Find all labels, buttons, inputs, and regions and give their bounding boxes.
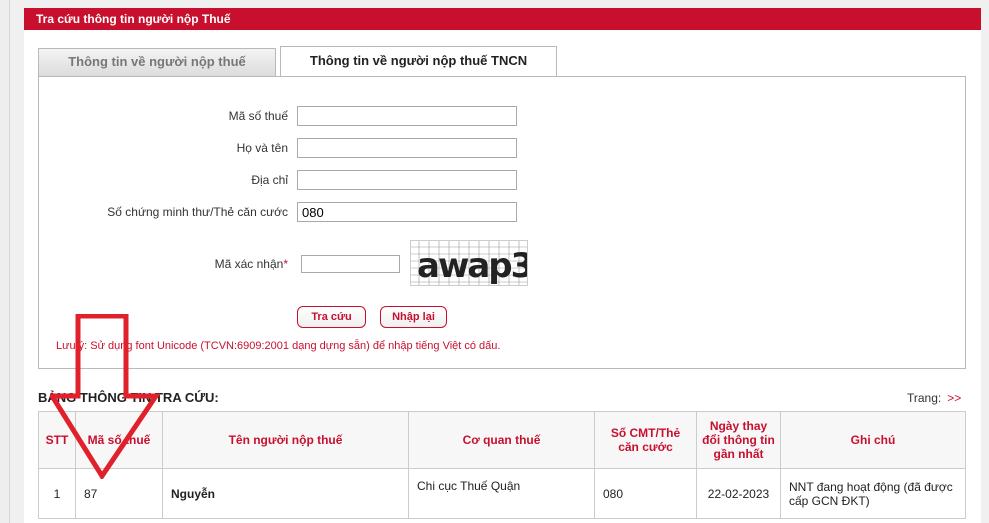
id-number-label: Số chứng minh thư/Thẻ căn cước	[107, 205, 288, 219]
captcha-image: awap3	[410, 240, 528, 286]
tab-personal-income-taxpayer-info[interactable]: Thông tin về người nộp thuế TNCN	[280, 46, 557, 76]
table-header-row: STT Mã số thuế Tên người nộp thuế Cơ qua…	[38, 411, 966, 469]
results-title: BẢNG THÔNG TIN TRA CỨU:	[38, 390, 219, 405]
captcha-label: Mã xác nhận*	[150, 257, 288, 271]
pager: Trang: >>	[907, 391, 961, 405]
required-mark: *	[283, 257, 288, 271]
row-tax-office: Chi cục Thuế Quận	[408, 468, 595, 519]
id-number-input[interactable]	[297, 202, 517, 222]
column-header: Mã số thuế	[75, 411, 163, 469]
row-taxpayer-name[interactable]: Nguyễn	[162, 468, 409, 519]
row-tax-code: 87	[75, 468, 163, 519]
column-header: Tên người nộp thuế	[162, 411, 409, 469]
captcha-noise-icon: awap3	[411, 241, 528, 286]
column-header: STT	[38, 411, 76, 469]
unicode-note: Lưu ý: Sử dụng font Unicode (TCVN:6909:2…	[56, 340, 501, 352]
left-scroll-rail	[0, 0, 10, 523]
row-changed-date: 22-02-2023	[696, 468, 781, 519]
column-header: Cơ quan thuế	[408, 411, 595, 469]
tax-code-input[interactable]	[297, 106, 517, 126]
reset-button[interactable]: Nhập lại	[380, 306, 447, 328]
captcha-text: awap3	[417, 246, 528, 286]
row-stt: 1	[38, 468, 76, 519]
results-table: STT Mã số thuế Tên người nộp thuế Cơ qua…	[38, 411, 966, 519]
captcha-input[interactable]	[301, 255, 400, 273]
row-id-number: 080	[594, 468, 697, 519]
captcha-label-text: Mã xác nhận	[214, 257, 284, 271]
column-header: Số CMT/Thẻ căn cước	[594, 411, 697, 469]
tax-code-label: Mã số thuế	[228, 109, 288, 123]
pager-label: Trang:	[907, 391, 942, 405]
column-header: Ghi chú	[780, 411, 966, 469]
full-name-label: Họ và tên	[236, 141, 288, 155]
column-header: Ngày thay đổi thông tin gần nhất	[696, 411, 781, 469]
search-button[interactable]: Tra cứu	[297, 306, 366, 328]
tab-taxpayer-info[interactable]: Thông tin về người nộp thuế	[38, 48, 276, 76]
address-input[interactable]	[297, 170, 517, 190]
full-name-input[interactable]	[297, 138, 517, 158]
address-label: Địa chỉ	[251, 173, 288, 187]
pager-next-link[interactable]: >>	[947, 391, 961, 405]
table-row: 1 87 Nguyễn Chi cục Thuế Quận 080 22-02-…	[38, 468, 966, 519]
row-note: NNT đang hoạt động (đã được cấp GCN ĐKT)	[780, 468, 966, 519]
page-title: Tra cứu thông tin người nộp Thuế	[24, 8, 981, 30]
